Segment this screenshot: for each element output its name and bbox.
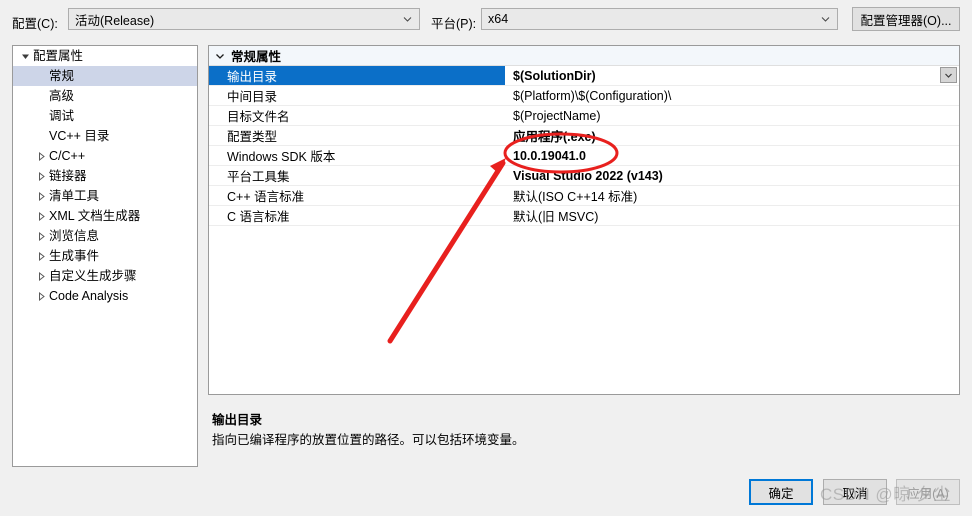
- tree-item-12[interactable]: Code Analysis: [13, 286, 197, 306]
- property-grid-rows: 输出目录 $(SolutionDir) 中间目录 $(Platform)\$(Conf…: [209, 66, 959, 226]
- tree-item-6[interactable]: 链接器: [13, 166, 197, 186]
- property-row-4[interactable]: Windows SDK 版本 10.0.19041.0: [209, 146, 959, 166]
- property-value[interactable]: 10.0.19041.0: [505, 149, 959, 163]
- property-description-title: 输出目录: [212, 413, 263, 427]
- property-name: 平台工具集: [227, 170, 290, 184]
- csdn-watermark: CSDN @晾 夕尘: [820, 485, 951, 504]
- tree-item-label: 清单工具: [49, 189, 100, 203]
- triangle-right-icon[interactable]: [33, 291, 49, 301]
- property-name: 配置类型: [227, 130, 278, 144]
- property-grid[interactable]: 常规属性 输出目录 $(SolutionDir) 中间目录 $(Platform)\$…: [208, 45, 960, 395]
- property-value[interactable]: $(SolutionDir): [505, 69, 959, 83]
- property-row-2[interactable]: 目标文件名 $(ProjectName): [209, 106, 959, 126]
- tree-item-label: XML 文档生成器: [49, 209, 141, 223]
- tree-item-9[interactable]: 浏览信息: [13, 226, 197, 246]
- tree-item-3[interactable]: 调试: [13, 106, 197, 126]
- tree-item-5[interactable]: C/C++: [13, 146, 197, 166]
- configuration-manager-button[interactable]: 配置管理器(O)...: [852, 7, 960, 31]
- tree-item-4[interactable]: VC++ 目录: [13, 126, 197, 146]
- property-name: 中间目录: [227, 90, 278, 104]
- configuration-combobox[interactable]: 活动(Release): [68, 8, 420, 30]
- tree-item-10[interactable]: 生成事件: [13, 246, 197, 266]
- property-row-0[interactable]: 输出目录 $(SolutionDir): [209, 66, 959, 86]
- property-description-panel: 输出目录 指向已编译程序的放置位置的路径。可以包括环境变量。: [208, 405, 960, 463]
- tree-item-label: 链接器: [49, 169, 87, 183]
- tree-item-label: 自定义生成步骤: [49, 269, 137, 283]
- property-row-5[interactable]: 平台工具集 Visual Studio 2022 (v143): [209, 166, 959, 186]
- chevron-down-icon[interactable]: [209, 51, 231, 61]
- property-description-text: 指向已编译程序的放置位置的路径。可以包括环境变量。: [212, 433, 525, 447]
- property-pages-dialog: 配置(C): 活动(Release) 平台(P): x64 配置管理器(O)..…: [0, 0, 972, 516]
- tree-item-label: 高级: [49, 89, 75, 103]
- property-value-dropdown-button[interactable]: [940, 67, 957, 83]
- platform-combobox-value: x64: [488, 12, 509, 26]
- property-value[interactable]: $(ProjectName): [505, 109, 959, 123]
- ok-button[interactable]: 确定: [749, 479, 813, 505]
- platform-combobox[interactable]: x64: [481, 8, 838, 30]
- property-grid-section-title: 常规属性: [231, 50, 282, 64]
- triangle-down-icon[interactable]: [17, 52, 33, 61]
- tree-item-label: 配置属性: [33, 49, 84, 63]
- configuration-toolbar: 配置(C): 活动(Release) 平台(P): x64 配置管理器(O)..…: [0, 0, 972, 38]
- triangle-right-icon[interactable]: [33, 151, 49, 161]
- chevron-down-icon: [821, 15, 830, 24]
- tree-item-label: 常规: [49, 69, 75, 83]
- property-name: C++ 语言标准: [227, 190, 305, 204]
- tree-item-label: Code Analysis: [49, 289, 129, 303]
- tree-item-label: 浏览信息: [49, 229, 100, 243]
- configuration-combobox-value: 活动(Release): [75, 13, 155, 28]
- property-name: C 语言标准: [227, 210, 290, 224]
- tree-item-0[interactable]: 配置属性: [13, 46, 197, 66]
- triangle-right-icon[interactable]: [33, 191, 49, 201]
- tree-item-11[interactable]: 自定义生成步骤: [13, 266, 197, 286]
- property-row-1[interactable]: 中间目录 $(Platform)\$(Configuration)\: [209, 86, 959, 106]
- tree-item-8[interactable]: XML 文档生成器: [13, 206, 197, 226]
- tree-item-label: C/C++: [49, 149, 86, 163]
- property-name: 目标文件名: [227, 110, 290, 124]
- property-row-6[interactable]: C++ 语言标准 默认(ISO C++14 标准): [209, 186, 959, 206]
- configuration-label: 配置(C):: [12, 17, 58, 31]
- tree-item-label: 调试: [49, 109, 75, 123]
- triangle-right-icon[interactable]: [33, 271, 49, 281]
- property-value[interactable]: 应用程序(.exe): [505, 126, 959, 145]
- triangle-right-icon[interactable]: [33, 251, 49, 261]
- property-name: 输出目录: [209, 66, 505, 85]
- property-row-3[interactable]: 配置类型 应用程序(.exe): [209, 126, 959, 146]
- tree-item-label: VC++ 目录: [49, 129, 110, 143]
- tree-item-1[interactable]: 常规: [13, 66, 197, 86]
- property-value[interactable]: 默认(旧 MSVC): [505, 206, 959, 225]
- chevron-down-icon: [403, 15, 412, 24]
- triangle-right-icon[interactable]: [33, 231, 49, 241]
- property-row-7[interactable]: C 语言标准 默认(旧 MSVC): [209, 206, 959, 226]
- property-name: Windows SDK 版本: [227, 150, 336, 164]
- property-value[interactable]: 默认(ISO C++14 标准): [505, 186, 959, 205]
- tree-item-7[interactable]: 清单工具: [13, 186, 197, 206]
- configuration-tree-list: 配置属性常规高级调试 VC++ 目录 C/C++ 链接器清单工具 XML 文档生成器 浏览…: [13, 46, 197, 306]
- tree-item-label: 生成事件: [49, 249, 100, 263]
- configuration-tree[interactable]: 配置属性常规高级调试 VC++ 目录 C/C++ 链接器清单工具 XML 文档生成器 浏览…: [12, 45, 198, 467]
- triangle-right-icon[interactable]: [33, 211, 49, 221]
- property-grid-section-header[interactable]: 常规属性: [209, 46, 959, 66]
- triangle-right-icon[interactable]: [33, 171, 49, 181]
- property-value[interactable]: $(Platform)\$(Configuration)\: [505, 89, 959, 103]
- property-value[interactable]: Visual Studio 2022 (v143): [505, 169, 959, 183]
- platform-label: 平台(P):: [431, 17, 477, 31]
- tree-item-2[interactable]: 高级: [13, 86, 197, 106]
